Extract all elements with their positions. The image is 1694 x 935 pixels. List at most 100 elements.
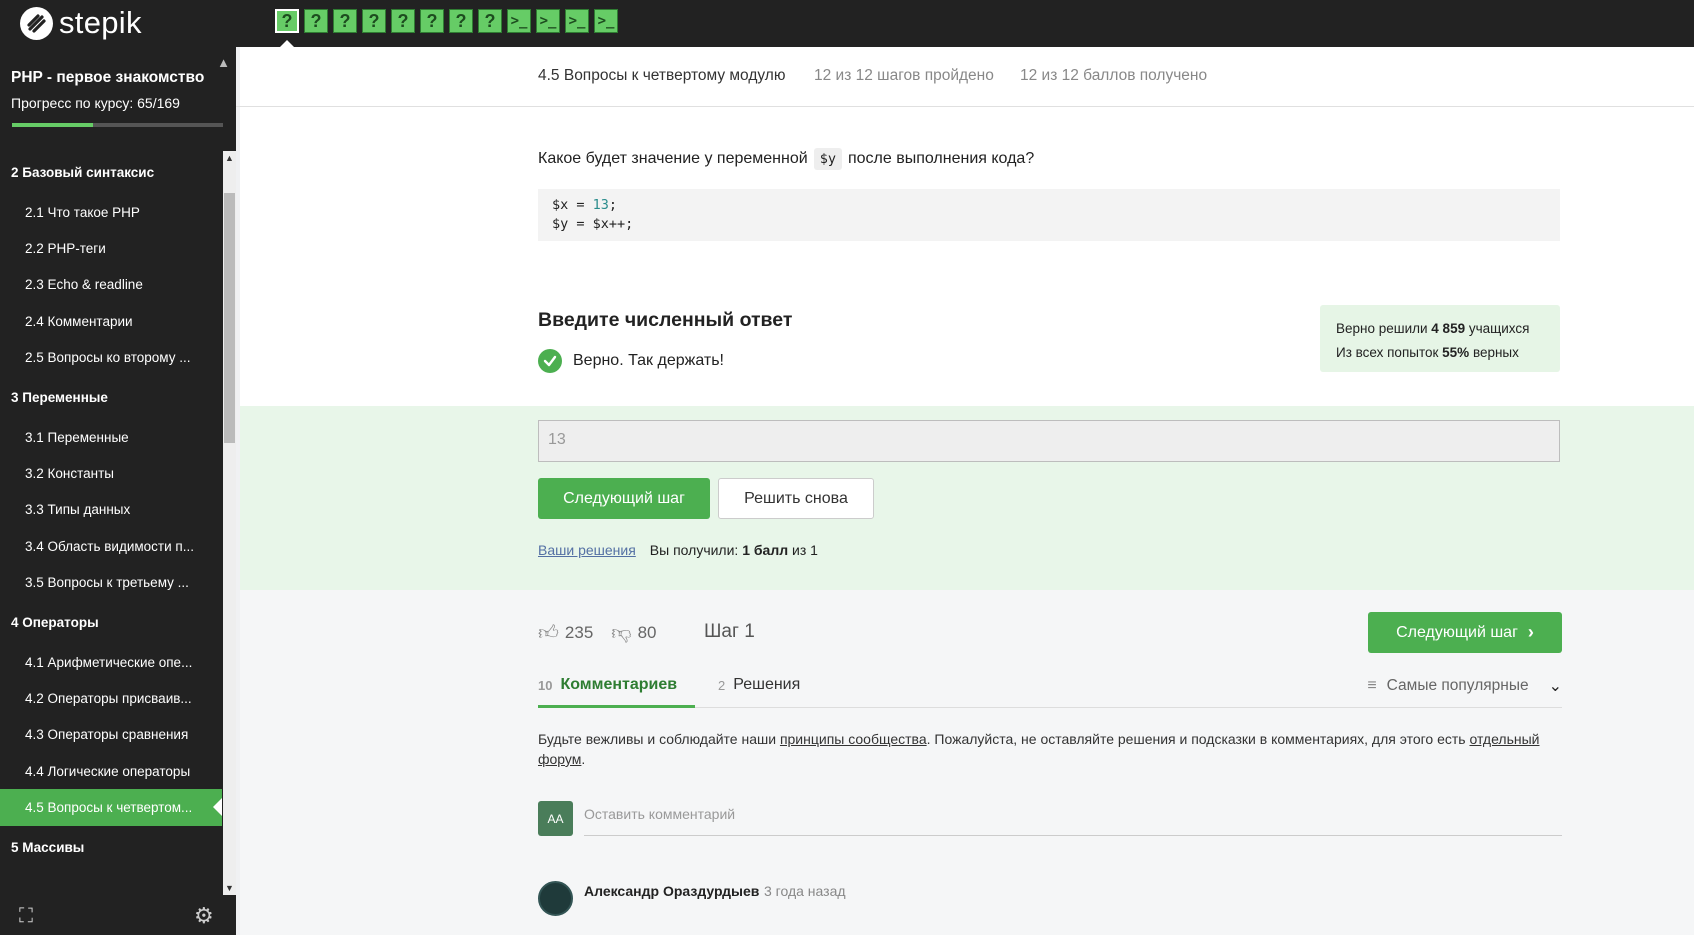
- step-10-code[interactable]: >_: [536, 9, 560, 33]
- stats-attempts-percent: 55%: [1442, 345, 1470, 360]
- check-icon: [538, 349, 562, 373]
- active-lesson-notch: [213, 798, 222, 817]
- lesson-2-2[interactable]: 2.2 PHP-теги: [0, 230, 222, 266]
- scroll-down-arrow-icon[interactable]: ▼: [223, 881, 236, 895]
- tab-solutions[interactable]: 2 Решения: [718, 676, 800, 708]
- lesson-2-5[interactable]: 2.5 Вопросы ко второму ...: [0, 340, 222, 376]
- next-step-button[interactable]: Следующий шаг: [538, 478, 710, 519]
- lesson-3-2[interactable]: 3.2 Константы: [0, 455, 222, 491]
- stats-attempts-prefix: Из всех попыток: [1336, 345, 1443, 360]
- code-line-1-end: ;: [608, 197, 618, 213]
- comment-time: 3 года назад: [764, 883, 846, 899]
- stepik-logo-icon: [20, 6, 53, 40]
- rules-text-3: .: [581, 751, 586, 767]
- step-2-question[interactable]: ?: [304, 9, 328, 33]
- answer-zone: 13 Следующий шаг Решить снова Ваши решен…: [240, 406, 1694, 590]
- section-4[interactable]: 4 Операторы: [0, 601, 222, 644]
- step-12-code[interactable]: >_: [594, 9, 618, 33]
- code-line-1-start: $x =: [552, 197, 593, 213]
- stats-attempts-suffix: верных: [1469, 345, 1519, 360]
- lesson-3-5[interactable]: 3.5 Вопросы к третьему ...: [0, 565, 222, 601]
- stats-solved: Верно решили 4 859 учащихся: [1336, 317, 1544, 341]
- step-navigation: ? ? ? ? ? ? ? ? >_ >_ >_ >_: [275, 9, 618, 33]
- step-9-code[interactable]: >_: [507, 9, 531, 33]
- thumbs-down-icon[interactable]: 👎︎: [611, 621, 631, 645]
- lesson-2-1[interactable]: 2.1 Что такое PHP: [0, 194, 222, 230]
- thumbs-up-icon[interactable]: 👍︎: [538, 621, 559, 645]
- tab-comments-label: Комментариев: [560, 676, 678, 693]
- step-6-question[interactable]: ?: [420, 9, 444, 33]
- community-principles-link[interactable]: принципы сообщества: [780, 731, 927, 747]
- stats-solved-count: 4 859: [1431, 321, 1466, 336]
- comment-author-avatar[interactable]: [538, 881, 573, 916]
- numeric-answer-input[interactable]: 13: [538, 420, 1560, 462]
- step-11-code[interactable]: >_: [565, 9, 589, 33]
- answer-title: Введите численный ответ: [538, 309, 793, 331]
- table-of-contents: 2 Базовый синтаксис 2.1 Что такое PHP 2.…: [0, 151, 222, 891]
- chevron-right-icon: ›: [1527, 622, 1534, 642]
- solutions-line: Ваши решения Вы получили: 1 балл из 1: [538, 542, 818, 558]
- stepik-logo[interactable]: stepik: [20, 5, 142, 41]
- sort-dropdown[interactable]: ≡ Самые популярные ⌄: [1367, 676, 1562, 696]
- step-3-question[interactable]: ?: [333, 9, 357, 33]
- comments-count: 10: [538, 678, 553, 693]
- lesson-2-4[interactable]: 2.4 Комментарии: [0, 303, 222, 339]
- step-1-question[interactable]: ?: [275, 9, 299, 33]
- points-received: Вы получили: 1 балл из 1: [650, 542, 818, 558]
- gear-icon[interactable]: ⚙: [194, 903, 214, 929]
- lesson-4-5-active[interactable]: 4.5 Вопросы к четвертом...: [0, 789, 222, 826]
- lesson-4-4[interactable]: 4.4 Логические операторы: [0, 753, 222, 789]
- course-title[interactable]: PHP - первое знакомство: [11, 69, 225, 87]
- points-prefix: Вы получили:: [649, 542, 743, 558]
- step-4-question[interactable]: ?: [362, 9, 386, 33]
- sidebar-scrollbar[interactable]: ▲ ▼: [223, 151, 236, 895]
- points-suffix: из 1: [788, 542, 818, 558]
- stats-solved-suffix: учащихся: [1465, 321, 1530, 336]
- scrollbar-thumb[interactable]: [224, 193, 235, 443]
- comment-input[interactable]: Оставить комментарий: [584, 800, 1562, 836]
- fullscreen-icon[interactable]: ⛶: [19, 905, 33, 928]
- step-5-question[interactable]: ?: [391, 9, 415, 33]
- lesson-3-3[interactable]: 3.3 Типы данных: [0, 492, 222, 528]
- step-7-question[interactable]: ?: [449, 9, 473, 33]
- solve-again-button[interactable]: Решить снова: [718, 478, 874, 519]
- your-solutions-link[interactable]: Ваши решения: [538, 542, 636, 558]
- scroll-up-arrow-icon[interactable]: ▲: [223, 151, 236, 165]
- tab-solutions-label: Решения: [733, 676, 801, 693]
- result-message: Верно. Так держать!: [538, 349, 724, 373]
- comment-author[interactable]: Александр Ораздурдыев: [584, 883, 759, 899]
- lesson-4-2[interactable]: 4.2 Операторы присваив...: [0, 680, 222, 716]
- course-progress-fill: [12, 123, 94, 127]
- points-value: 1 балл: [742, 542, 789, 558]
- step-label: Шаг 1: [704, 621, 755, 642]
- top-bar: stepik ? ? ? ? ? ? ? ? >_ >_ >_ >_: [0, 0, 1694, 48]
- inline-code-var: $y: [813, 148, 842, 170]
- chevron-down-icon: ⌄: [1548, 678, 1562, 695]
- next-step-button-footer[interactable]: Следующий шаг ›: [1368, 612, 1562, 653]
- rules-text-1: Будьте вежливы и соблюдайте наши: [538, 731, 780, 747]
- lesson-header: 4.5 Вопросы к четвертому модулю 12 из 12…: [236, 47, 1694, 107]
- tab-comments[interactable]: 10 Комментариев: [538, 676, 695, 708]
- question-text-after: после выполнения кода?: [847, 150, 1035, 167]
- code-block: $x = 13; $y = $x++;: [538, 189, 1560, 241]
- solutions-count: 2: [718, 678, 726, 693]
- lesson-3-4[interactable]: 3.4 Область видимости п...: [0, 528, 222, 564]
- course-progress-bar: [12, 123, 223, 127]
- discussion-tabs: 10 Комментариев 2 Решения ≡ Самые популя…: [538, 676, 1562, 708]
- course-header: PHP - первое знакомство Прогресс по курс…: [0, 47, 236, 147]
- section-2[interactable]: 2 Базовый синтаксис: [0, 151, 222, 194]
- course-sidebar: PHP - первое знакомство Прогресс по курс…: [0, 47, 236, 935]
- likes-count: 235: [564, 623, 594, 642]
- section-3[interactable]: 3 Переменные: [0, 376, 222, 419]
- section-5[interactable]: 5 Массивы: [0, 826, 222, 869]
- code-line-1: $x = 13;: [552, 196, 1546, 215]
- rules-text-2: . Пожалуйста, не оставляйте решения и по…: [926, 731, 1470, 747]
- step-8-question[interactable]: ?: [478, 9, 502, 33]
- stats-attempts: Из всех попыток 55% верных: [1336, 341, 1544, 365]
- lesson-4-3[interactable]: 4.3 Операторы сравнения: [0, 717, 222, 753]
- pin-icon[interactable]: ▲: [217, 55, 230, 70]
- lesson-3-1[interactable]: 3.1 Переменные: [0, 419, 222, 455]
- code-line-2: $y = $x++;: [552, 216, 634, 232]
- lesson-2-3[interactable]: 2.3 Echo & readline: [0, 267, 222, 303]
- lesson-4-1[interactable]: 4.1 Арифметические опе...: [0, 644, 222, 680]
